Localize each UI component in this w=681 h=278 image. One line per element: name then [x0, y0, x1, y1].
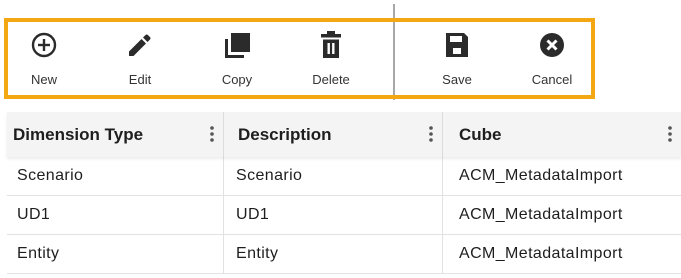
new-label: New: [30, 72, 57, 87]
column-menu-icon[interactable]: [209, 124, 215, 144]
table-cell[interactable]: ACM_MetadataImport: [443, 157, 681, 195]
table-cell[interactable]: Scenario: [224, 157, 443, 195]
edit-button[interactable]: Edit: [108, 30, 172, 92]
close-circle-icon: [537, 30, 567, 60]
column-header-label: Description: [238, 124, 332, 144]
copy-button[interactable]: Copy: [205, 30, 269, 92]
delete-button[interactable]: Delete: [299, 30, 363, 92]
copy-label: Copy: [221, 72, 253, 87]
save-label: Save: [442, 72, 472, 87]
trash-icon: [316, 30, 346, 60]
page: New Edit Copy Delete Save Cancel Dimensi…: [0, 0, 681, 278]
column-menu-icon[interactable]: [667, 124, 673, 144]
column-header-cube[interactable]: Cube: [443, 112, 681, 157]
table-cell[interactable]: ACM_MetadataImport: [443, 196, 681, 234]
column-header-description[interactable]: Description: [224, 112, 443, 157]
table-row[interactable]: Entity Entity ACM_MetadataImport: [7, 235, 681, 274]
column-header-label: Dimension Type: [13, 124, 144, 144]
pencil-icon: [125, 30, 155, 60]
table-cell[interactable]: Entity: [7, 235, 224, 273]
table-cell[interactable]: UD1: [7, 196, 224, 234]
table-cell[interactable]: ACM_MetadataImport: [443, 235, 681, 273]
column-header-label: Cube: [459, 124, 502, 144]
add-circle-icon: [29, 30, 59, 60]
floppy-disk-icon: [442, 30, 472, 60]
cancel-button[interactable]: Cancel: [520, 30, 584, 92]
table-cell[interactable]: UD1: [224, 196, 443, 234]
column-header-dimension-type[interactable]: Dimension Type: [7, 112, 224, 157]
copy-icon: [222, 30, 252, 60]
save-button[interactable]: Save: [425, 30, 489, 92]
table-cell[interactable]: Entity: [224, 235, 443, 273]
edit-label: Edit: [128, 72, 152, 87]
grid-header: Dimension Type Description Cube: [7, 112, 681, 157]
table-row[interactable]: UD1 UD1 ACM_MetadataImport: [7, 196, 681, 235]
delete-label: Delete: [312, 72, 350, 87]
column-menu-icon[interactable]: [428, 124, 434, 144]
table-cell[interactable]: Scenario: [7, 157, 224, 195]
table-row[interactable]: Scenario Scenario ACM_MetadataImport: [7, 157, 681, 196]
new-button[interactable]: New: [12, 30, 76, 92]
data-grid: Dimension Type Description Cube Scenario…: [7, 112, 681, 274]
cancel-label: Cancel: [531, 72, 573, 87]
